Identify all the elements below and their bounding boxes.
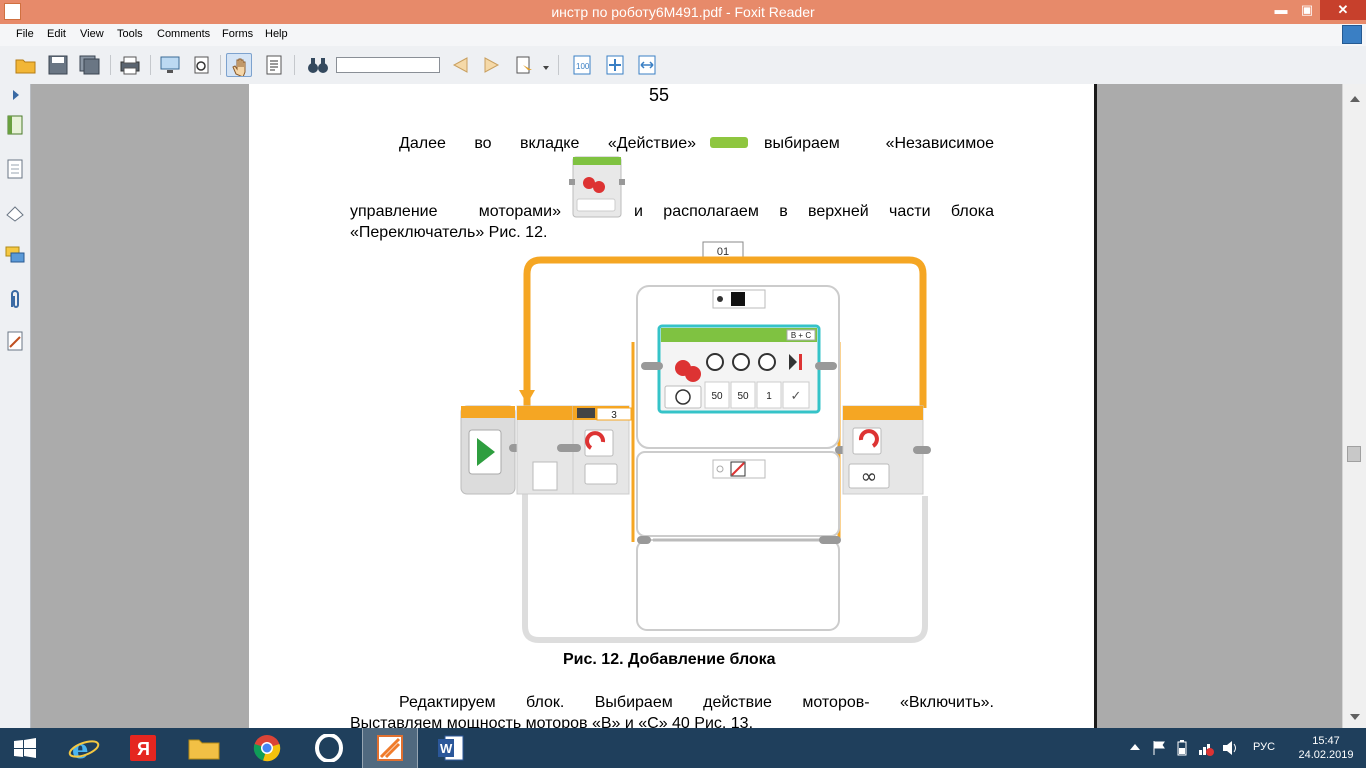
- motor-port-label: B + C: [791, 331, 811, 340]
- signatures-icon[interactable]: [5, 330, 25, 352]
- print-icon[interactable]: [116, 53, 142, 77]
- folder-icon: [188, 739, 220, 760]
- scroll-up-icon[interactable]: [1350, 96, 1360, 102]
- ev3-program-figure: 01 3 B + C 50 50 1 ✓ ∞: [460, 241, 931, 643]
- svg-text:100: 100: [576, 62, 590, 71]
- menu-edit[interactable]: Edit: [47, 28, 66, 40]
- attachments-icon[interactable]: [5, 288, 25, 310]
- close-button[interactable]: ✕: [1320, 0, 1366, 20]
- internet-explorer-button[interactable]: e: [56, 728, 112, 768]
- title-bar: инстр по роботу6М491.pdf - Foxit Reader …: [0, 0, 1366, 24]
- yandex-browser-button[interactable]: Я: [116, 728, 172, 768]
- paragraph-line: управление моторами»: [350, 203, 561, 220]
- paragraph-line: Редактируем блок. Выбираем действие мото…: [399, 694, 994, 711]
- file-explorer-button[interactable]: [176, 728, 232, 768]
- figure-caption: Рис. 12. Добавление блока: [563, 651, 776, 668]
- loop-count-label: 3: [611, 410, 617, 421]
- restore-ribbon-icon[interactable]: [1342, 25, 1362, 44]
- menu-forms[interactable]: Forms: [222, 28, 253, 40]
- vertical-scrollbar[interactable]: [1342, 84, 1366, 728]
- save-all-icon[interactable]: [76, 53, 102, 77]
- page-edge: [1094, 84, 1097, 728]
- document-background-left: [31, 84, 249, 728]
- system-clock[interactable]: 15:47 24.02.2019: [1296, 734, 1356, 762]
- select-text-icon[interactable]: [260, 53, 286, 77]
- clock-date: 24.02.2019: [1298, 749, 1354, 761]
- windows-logo-icon: [14, 738, 36, 758]
- chevron-down-icon[interactable]: [543, 66, 549, 70]
- action-tab-icon: [710, 137, 748, 148]
- svg-text:e: e: [72, 735, 89, 762]
- scroll-thumb[interactable]: [1347, 446, 1361, 462]
- paragraph-line: Выставляем мощность моторов «В» и «С» 40…: [350, 715, 754, 728]
- actual-size-icon[interactable]: 100: [568, 53, 594, 77]
- menu-bar: File Edit View Tools Comments Forms Help: [0, 24, 1366, 46]
- chrome-icon: [253, 735, 281, 762]
- foxit-icon: [377, 735, 403, 761]
- power-left-value: 50: [711, 391, 723, 402]
- toolbar: 100: [0, 46, 1366, 85]
- paragraph-line: Далее во вкладке «Действие»: [399, 135, 696, 152]
- word-icon: W: [438, 735, 464, 761]
- fit-page-icon[interactable]: [601, 53, 627, 77]
- scroll-down-icon[interactable]: [1350, 714, 1360, 720]
- svg-text:W: W: [440, 741, 453, 756]
- find-binoculars-icon[interactable]: [304, 53, 330, 77]
- maximize-button[interactable]: ▣: [1294, 0, 1320, 20]
- foxit-reader-taskbar-button[interactable]: [362, 728, 418, 768]
- minimize-button[interactable]: ▬: [1268, 0, 1294, 20]
- move-tank-block-icon: [569, 156, 625, 218]
- opera-button[interactable]: [302, 728, 358, 768]
- bookmarks-icon[interactable]: [5, 114, 25, 136]
- svg-text:Я: Я: [137, 739, 150, 759]
- fit-width-icon[interactable]: [633, 53, 659, 77]
- brake-checkmark: ✓: [791, 389, 802, 404]
- loop-infinity-label: ∞: [861, 464, 878, 488]
- hand-tool-icon[interactable]: [226, 53, 252, 77]
- volume-icon[interactable]: [1222, 740, 1240, 756]
- window-title: инстр по роботу6М491.pdf - Foxit Reader: [551, 4, 815, 20]
- navigation-sidebar: [0, 84, 31, 728]
- page-number: 55: [649, 85, 670, 105]
- menu-help[interactable]: Help: [265, 28, 288, 40]
- opera-icon: [315, 734, 343, 762]
- switch-tab-label: 01: [717, 246, 729, 258]
- layers-icon[interactable]: [5, 202, 25, 224]
- search-options-icon[interactable]: [511, 53, 537, 77]
- tray-expand-icon[interactable]: [1130, 744, 1140, 750]
- yandex-icon: Я: [130, 735, 156, 761]
- windows-taskbar: e Я W РУС 15:47 24.02.2019: [0, 728, 1366, 768]
- comments-icon[interactable]: [5, 244, 25, 266]
- chrome-button[interactable]: [240, 728, 296, 768]
- battery-icon[interactable]: [1176, 740, 1188, 756]
- open-file-icon[interactable]: [12, 53, 38, 77]
- paragraph-line: выбираем «Независимое: [764, 135, 994, 152]
- menu-tools[interactable]: Tools: [117, 28, 143, 40]
- internet-explorer-icon: e: [68, 735, 100, 762]
- menu-comments[interactable]: Comments: [157, 28, 210, 40]
- find-next-icon[interactable]: [478, 53, 504, 77]
- find-previous-icon[interactable]: [446, 53, 472, 77]
- paragraph-line: и располагаем в верхней части блока: [634, 203, 994, 220]
- start-button[interactable]: [0, 728, 56, 768]
- zoom-page-icon[interactable]: [188, 53, 214, 77]
- menu-view[interactable]: View: [80, 28, 104, 40]
- network-disconnected-icon[interactable]: [1198, 740, 1214, 756]
- document-background-right: [1097, 84, 1342, 728]
- rotations-value: 1: [766, 391, 772, 402]
- clock-time: 15:47: [1312, 735, 1340, 747]
- full-screen-icon[interactable]: [156, 53, 182, 77]
- language-indicator[interactable]: РУС: [1253, 741, 1275, 753]
- pages-icon[interactable]: [5, 158, 25, 180]
- save-icon[interactable]: [44, 53, 70, 77]
- expand-panel-icon[interactable]: [13, 90, 19, 100]
- action-center-flag-icon[interactable]: [1152, 740, 1166, 756]
- menu-file[interactable]: File: [16, 28, 34, 40]
- power-right-value: 50: [737, 391, 749, 402]
- word-button[interactable]: W: [424, 728, 480, 768]
- pdf-page: 55 Далее во вкладке «Действие» выбираем …: [249, 84, 1094, 728]
- find-input[interactable]: [336, 57, 440, 73]
